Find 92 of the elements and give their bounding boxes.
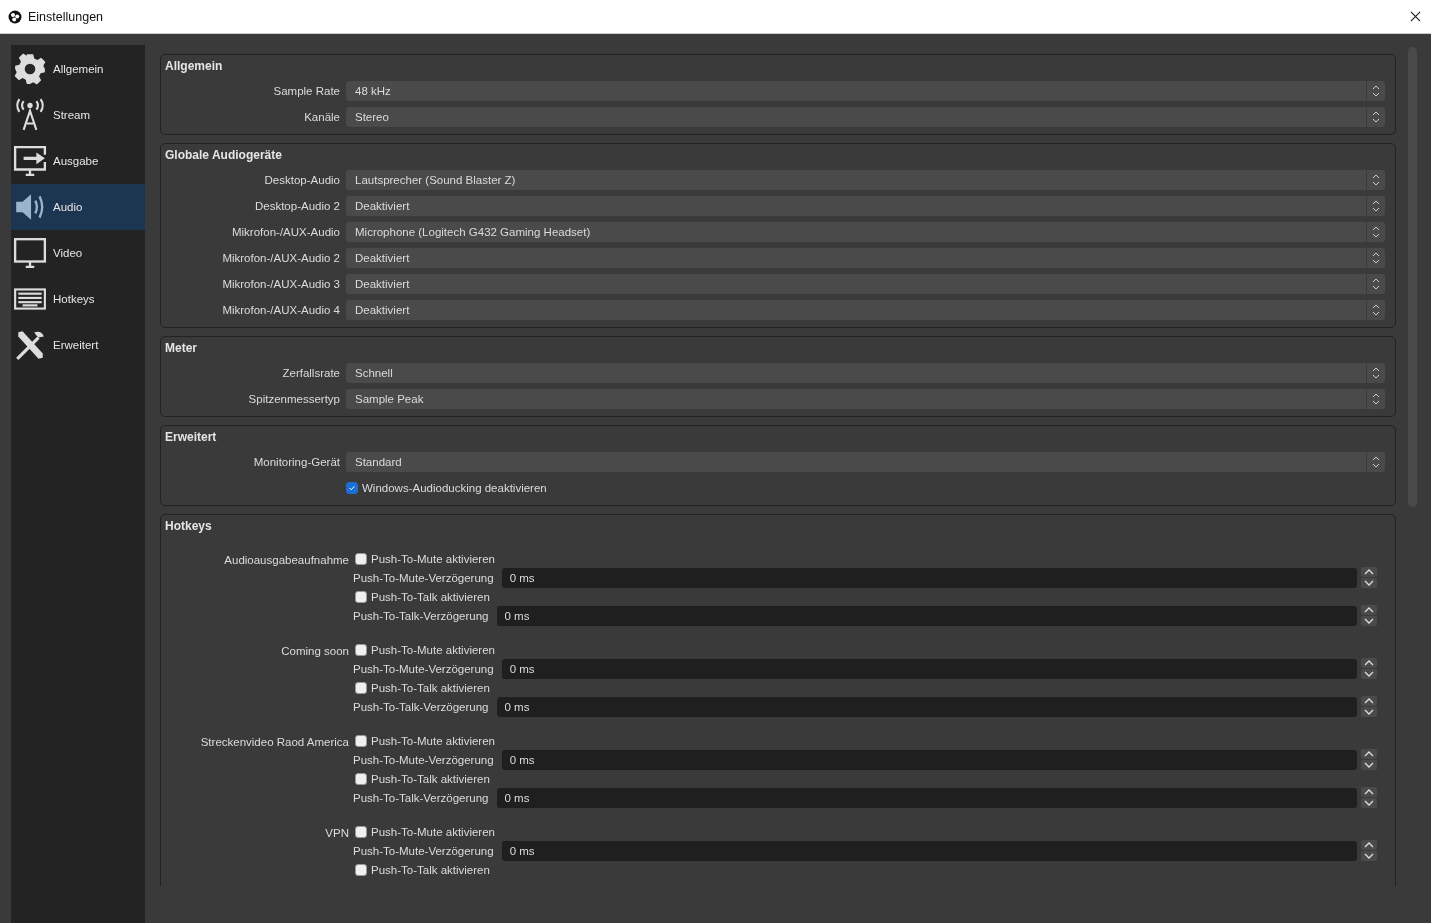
group-title: Hotkeys (165, 518, 213, 534)
checkbox[interactable] (355, 825, 367, 838)
tools-icon (13, 328, 47, 362)
field-label: Sample Rate (272, 85, 340, 97)
checkmark-icon (347, 483, 357, 493)
close-icon[interactable] (1410, 11, 1421, 22)
field-label: Kanäle (303, 111, 340, 123)
hotkey-name: Coming soon (280, 644, 349, 659)
field-label: Mikrofon-/AUX-Audio 2 (221, 252, 340, 264)
dropdown[interactable]: 48 kHz (346, 81, 1385, 101)
sidebar-item[interactable]: Stream (11, 92, 145, 138)
checkbox-label: Push-To-Mute aktivieren (371, 734, 495, 747)
decrement-button[interactable] (1361, 851, 1377, 861)
dropdown[interactable]: Stereo (346, 107, 1385, 127)
field-label: Push-To-Talk-Verzögerung (353, 791, 490, 804)
spin-box[interactable]: 0 ms (501, 567, 1357, 588)
checkbox[interactable] (346, 482, 358, 494)
decrement-button[interactable] (1361, 798, 1377, 808)
sidebar-item[interactable]: Ausgabe (11, 138, 145, 184)
decrement-button[interactable] (1361, 578, 1377, 588)
checkbox[interactable] (355, 643, 367, 656)
sidebar-item[interactable]: Video (11, 230, 145, 276)
dropdown[interactable]: Schnell (346, 363, 1385, 383)
decrement-button[interactable] (1361, 616, 1377, 626)
spin-box[interactable]: 0 ms (496, 787, 1357, 808)
decrement-button[interactable] (1361, 707, 1377, 717)
field-label: Push-To-Mute-Verzögerung (353, 844, 495, 857)
field-label: Push-To-Talk-Verzögerung (353, 609, 490, 622)
group-title: Allgemein (165, 58, 224, 74)
increment-button[interactable] (1361, 749, 1377, 759)
group-title: Globale Audiogeräte (165, 147, 283, 163)
checkbox-label: Push-To-Mute aktivieren (371, 552, 495, 565)
dropdown[interactable]: Deaktiviert (346, 248, 1385, 268)
checkbox[interactable] (355, 590, 367, 603)
dropdown[interactable]: Deaktiviert (346, 196, 1385, 216)
increment-button[interactable] (1361, 658, 1377, 668)
spin-box[interactable]: 0 ms (496, 696, 1357, 717)
increment-button[interactable] (1361, 605, 1377, 615)
field-label: Desktop-Audio 2 (253, 200, 340, 212)
sidebar-item[interactable]: Hotkeys (11, 276, 145, 322)
app-logo-icon (8, 9, 22, 24)
monitor-icon (13, 236, 47, 270)
increment-button[interactable] (1361, 696, 1377, 706)
spin-box[interactable]: 0 ms (501, 658, 1357, 679)
field-label: Zerfallsrate (281, 367, 340, 379)
monitor-arrow-icon (13, 144, 47, 178)
checkbox-label: Push-To-Talk aktivieren (371, 863, 490, 876)
field-label: Push-To-Mute-Verzögerung (353, 571, 495, 584)
checkbox-label: Push-To-Talk aktivieren (371, 772, 490, 785)
checkbox[interactable] (355, 863, 367, 876)
field-label: Desktop-Audio (263, 174, 340, 186)
field-label: Mikrofon-/AUX-Audio 3 (221, 278, 340, 290)
field-label: Push-To-Mute-Verzögerung (353, 753, 495, 766)
increment-button[interactable] (1361, 787, 1377, 797)
decrement-button[interactable] (1361, 760, 1377, 770)
sidebar-item[interactable]: Audio (11, 184, 145, 230)
spin-box[interactable]: 0 ms (501, 840, 1357, 861)
checkbox-label: Push-To-Talk aktivieren (371, 590, 490, 603)
hotkey-name: VPN (324, 826, 349, 841)
hotkey-name: Streckenvideo Raod America (199, 735, 349, 750)
checkbox[interactable] (355, 552, 367, 565)
spin-box[interactable]: 0 ms (496, 605, 1357, 626)
sidebar-item[interactable]: Allgemein (11, 46, 145, 92)
dropdown[interactable]: Lautsprecher (Sound Blaster Z) (346, 170, 1385, 190)
field-label: Mikrofon-/AUX-Audio 4 (221, 304, 340, 316)
checkbox[interactable] (355, 681, 367, 694)
field-label: Monitoring-Gerät (252, 456, 340, 468)
checkbox-label: Push-To-Talk aktivieren (371, 681, 490, 694)
spin-box[interactable]: 0 ms (501, 749, 1357, 770)
field-label: Mikrofon-/AUX-Audio (231, 226, 340, 238)
decrement-button[interactable] (1361, 669, 1377, 679)
increment-button[interactable] (1361, 567, 1377, 577)
increment-button[interactable] (1361, 840, 1377, 850)
group-title: Erweitert (165, 429, 218, 445)
checkbox[interactable] (355, 734, 367, 747)
dropdown[interactable]: Deaktiviert (346, 274, 1385, 294)
checkbox-label: Push-To-Mute aktivieren (371, 643, 495, 656)
dropdown[interactable]: Deaktiviert (346, 300, 1385, 320)
checkbox-label: Windows-Audioducking deaktivieren (362, 482, 547, 494)
field-label: Push-To-Talk-Verzögerung (353, 700, 490, 713)
window-title: Einstellungen (28, 9, 104, 24)
dropdown[interactable]: Microphone (Logitech G432 Gaming Headset) (346, 222, 1385, 242)
group-title: Meter (165, 340, 198, 356)
field-label: Push-To-Mute-Verzögerung (353, 662, 495, 675)
dropdown[interactable]: Sample Peak (346, 389, 1385, 409)
dropdown[interactable]: Standard (346, 452, 1385, 472)
checkbox-label: Push-To-Mute aktivieren (371, 825, 495, 838)
checkbox[interactable] (355, 772, 367, 785)
field-label: Spitzenmessertyp (247, 393, 340, 405)
sidebar-item[interactable]: Erweitert (11, 322, 145, 368)
antenna-icon (13, 98, 47, 132)
hotkey-name: Audioausgabeaufnahme (223, 553, 349, 568)
